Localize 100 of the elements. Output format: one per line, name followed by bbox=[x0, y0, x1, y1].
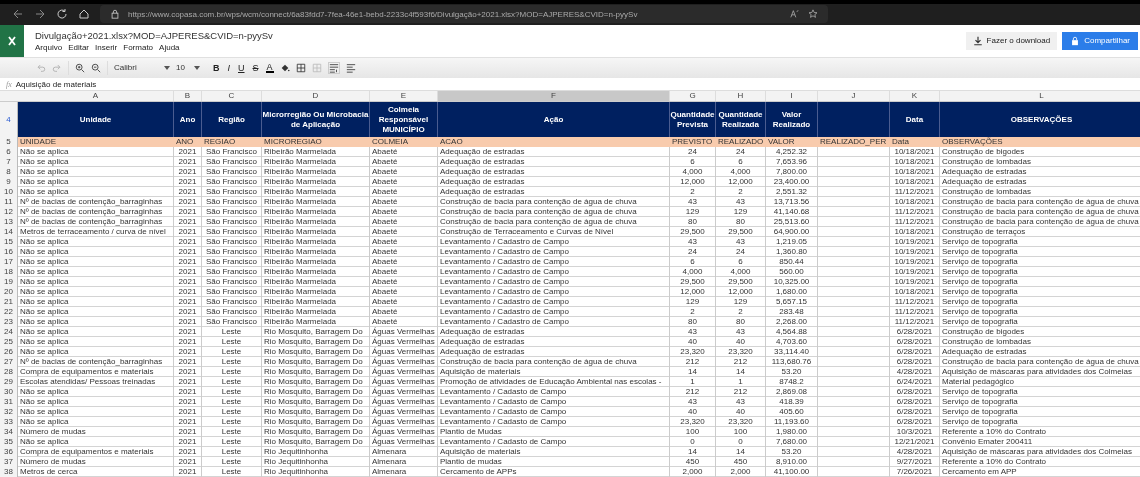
table-cell: Promoção de atividades de Educação Ambiental nas escolas - bbox=[438, 377, 670, 387]
menu-item[interactable]: Arquivo bbox=[35, 42, 63, 52]
table-cell: Águas Vermelhas bbox=[370, 347, 438, 357]
column-letter[interactable]: J bbox=[818, 91, 890, 101]
column-letter[interactable]: A bbox=[18, 91, 174, 101]
table-cell: São Francisco bbox=[202, 307, 262, 317]
table-cell: Rio Mosquito, Barragem Do bbox=[262, 367, 370, 377]
table-cell: 129 bbox=[716, 297, 766, 307]
table-cell: 24 bbox=[670, 147, 716, 157]
table-cell: 43 bbox=[716, 237, 766, 247]
row-number[interactable]: 5 bbox=[0, 137, 18, 147]
format-button[interactable]: B bbox=[212, 62, 221, 73]
favorite-star-icon[interactable] bbox=[808, 9, 818, 20]
align-icon[interactable] bbox=[345, 62, 356, 73]
row-number[interactable]: 8 bbox=[0, 167, 18, 177]
table-cell: Não se aplica bbox=[18, 247, 174, 257]
table-cell: 2021 bbox=[174, 397, 202, 407]
menu-item[interactable]: Editar bbox=[68, 42, 90, 52]
table-cell: 4,000 bbox=[670, 167, 716, 177]
table-cell: Adequação de estradas bbox=[438, 167, 670, 177]
table-cell: 2021 bbox=[174, 407, 202, 417]
column-letter[interactable]: D bbox=[262, 91, 370, 101]
format-button[interactable]: U bbox=[237, 62, 246, 73]
format-button[interactable]: S bbox=[251, 62, 260, 73]
table-cell: Levantamento / Cadasto de Campo bbox=[438, 437, 670, 447]
table-cell: Levantamento / Cadastro de Campo bbox=[438, 257, 670, 267]
font-dropdown[interactable]: Calibri bbox=[114, 63, 170, 73]
table-cell: 43 bbox=[716, 327, 766, 337]
table-cell: 8,910.00 bbox=[766, 457, 818, 467]
formula-input[interactable]: Aquisição de materiais bbox=[15, 78, 1140, 90]
table-cell: Abaeté bbox=[370, 217, 438, 227]
table-cell: São Francisco bbox=[202, 157, 262, 167]
table-cell: 2021 bbox=[174, 277, 202, 287]
column-letter[interactable]: L bbox=[940, 91, 1140, 101]
column-letter[interactable]: F bbox=[438, 91, 670, 101]
table-cell: 2021 bbox=[174, 327, 202, 337]
table-cell: Não se aplica bbox=[18, 157, 174, 167]
row-number[interactable]: 9 bbox=[0, 177, 18, 187]
table-cell: Rio Mosquito, Barragem Do bbox=[262, 397, 370, 407]
table-cell: Não se aplica bbox=[18, 397, 174, 407]
table-cell: Referente a 10% do Contrato bbox=[940, 427, 1140, 437]
row-number[interactable]: 11 bbox=[0, 197, 18, 207]
column-letter[interactable]: H bbox=[716, 91, 766, 101]
format-button[interactable]: A bbox=[265, 62, 274, 73]
column-letter[interactable]: B bbox=[174, 91, 202, 101]
zoom-in-icon[interactable] bbox=[75, 62, 85, 73]
share-button[interactable]: Compartilhar bbox=[1062, 31, 1138, 50]
forward-icon[interactable] bbox=[34, 8, 46, 21]
table-cell: Rio Mosquito, Barragem Do bbox=[262, 347, 370, 357]
table-cell: 24 bbox=[670, 247, 716, 257]
caret-icon bbox=[194, 65, 200, 70]
row-number[interactable]: 7 bbox=[0, 157, 18, 167]
table-cell: Leste bbox=[202, 397, 262, 407]
table-cell: 129 bbox=[670, 207, 716, 217]
table-cell: 2021 bbox=[174, 437, 202, 447]
column-letter[interactable]: G bbox=[670, 91, 716, 101]
table-cell: São Francisco bbox=[202, 287, 262, 297]
table-cell: Construção de bacia para contenção de água de chuva bbox=[940, 217, 1140, 227]
table-cell: Construção de bacia para contenção de água de chuva bbox=[940, 357, 1140, 367]
table-cell: Abaeté bbox=[370, 317, 438, 327]
table-cell: 2021 bbox=[174, 287, 202, 297]
column-header: OBSERVAÇÕES bbox=[1010, 114, 1073, 125]
table-cell: 2021 bbox=[174, 177, 202, 187]
home-icon[interactable] bbox=[78, 8, 90, 21]
table-cell: 8748.2 bbox=[766, 377, 818, 387]
table-cell: Rio Mosquito, Barragem Do bbox=[262, 377, 370, 387]
table-cell-text: COLMEIA bbox=[371, 137, 409, 147]
download-button[interactable]: Fazer o download bbox=[965, 31, 1058, 50]
merge-cells-icon[interactable] bbox=[311, 62, 322, 73]
table-cell: 41,100.00 bbox=[766, 467, 818, 477]
format-button[interactable]: I bbox=[226, 62, 231, 73]
refresh-icon[interactable] bbox=[56, 8, 68, 21]
row-number[interactable]: 4 bbox=[0, 102, 18, 137]
font-size-dropdown[interactable]: 10 bbox=[176, 63, 200, 73]
menu-item[interactable]: Formato bbox=[123, 42, 154, 52]
table-cell: 2021 bbox=[174, 417, 202, 427]
row-number[interactable]: 38 bbox=[0, 467, 18, 477]
menu-item[interactable]: Ajuda bbox=[159, 42, 180, 52]
borders-icon[interactable] bbox=[295, 62, 306, 73]
column-letter[interactable]: C bbox=[202, 91, 262, 101]
menu-item[interactable]: Inserir bbox=[95, 42, 118, 52]
table-cell: 212 bbox=[670, 357, 716, 367]
fill-color-icon[interactable] bbox=[279, 62, 290, 73]
table-cell: Ribeirão Marmelada bbox=[262, 187, 370, 197]
back-icon[interactable] bbox=[12, 8, 24, 21]
table-cell: Não se aplica bbox=[18, 147, 174, 157]
zoom-out-icon[interactable] bbox=[91, 62, 101, 73]
row-number[interactable]: 17 bbox=[0, 257, 18, 267]
table-cell: Levantamento / Cadastro de Campo bbox=[438, 287, 670, 297]
table-cell: 1 bbox=[716, 377, 766, 387]
column-letter[interactable]: I bbox=[766, 91, 818, 101]
table-cell: Não se aplica bbox=[18, 187, 174, 197]
row-number[interactable]: 6 bbox=[0, 147, 18, 157]
table-cell: 560.00 bbox=[766, 267, 818, 277]
table-cell: Levantamento / Cadastro de Campo bbox=[438, 237, 670, 247]
table-cell: São Francisco bbox=[202, 267, 262, 277]
column-letter[interactable]: K bbox=[890, 91, 940, 101]
address-bar[interactable]: https://www.copasa.com.br/wps/wcm/connect/6a83fdd7-7fea-46e1-bebd-2233c4f593f6/Divulgação+2021.xlsx?MOD=AJPERES&CVID=n-pyySv bbox=[100, 5, 828, 24]
read-aloud-icon[interactable] bbox=[790, 9, 800, 20]
wrap-text-icon[interactable] bbox=[327, 61, 340, 74]
